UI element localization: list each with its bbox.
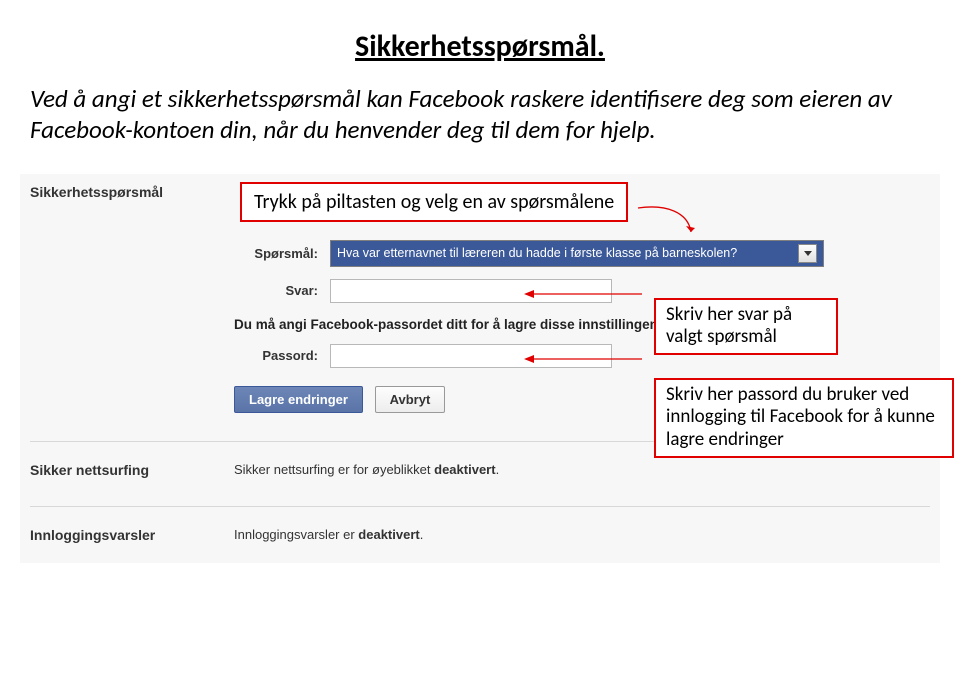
arrow-to-dropdown: [636, 202, 696, 240]
callout-password-text: Skriv her passord du bruker ved innloggi…: [666, 383, 935, 452]
login-alerts-pre: Innloggingsvarsler er: [234, 527, 358, 542]
login-alerts-bold: deaktivert: [358, 527, 419, 542]
safe-browsing-bold: deaktivert: [434, 462, 495, 477]
callout-dropdown-text: Trykk på piltasten og velg en av spørsmå…: [254, 190, 614, 214]
question-label: Spørsmål:: [234, 246, 318, 261]
login-alerts-text: Innloggingsvarsler er deaktivert.: [234, 527, 423, 543]
safe-browsing-pre: Sikker nettsurfing er for øyeblikket: [234, 462, 434, 477]
save-button[interactable]: Lagre endringer: [234, 386, 363, 413]
chevron-down-icon[interactable]: [798, 244, 817, 263]
password-label: Passord:: [234, 348, 318, 363]
callout-password: Skriv her passord du bruker ved innloggi…: [654, 378, 954, 458]
safe-browsing-label: Sikker nettsurfing: [30, 462, 210, 478]
form-block: Sikkerhetsspørsmål Trykk på piltasten og…: [20, 174, 940, 563]
cancel-button[interactable]: Avbryt: [375, 386, 446, 413]
section-label: Sikkerhetsspørsmål: [30, 182, 210, 200]
login-alerts-label: Innloggingsvarsler: [30, 527, 210, 543]
intro-text: Ved å angi et sikkerhetsspørsmål kan Fac…: [30, 83, 930, 146]
page-title: Sikkerhetsspørsmål.: [20, 28, 940, 65]
callout-answer-text: Skriv her svar på valgt spørsmål: [666, 303, 792, 349]
answer-label: Svar:: [234, 283, 318, 298]
callout-dropdown: Trykk på piltasten og velg en av spørsmå…: [240, 182, 628, 222]
question-value: Hva var etternavnet til læreren du hadde…: [337, 246, 737, 260]
answer-input[interactable]: [330, 279, 612, 303]
password-input[interactable]: [330, 344, 612, 368]
safe-browsing-text: Sikker nettsurfing er for øyeblikket dea…: [234, 462, 499, 478]
question-select[interactable]: Hva var etternavnet til læreren du hadde…: [330, 240, 824, 267]
